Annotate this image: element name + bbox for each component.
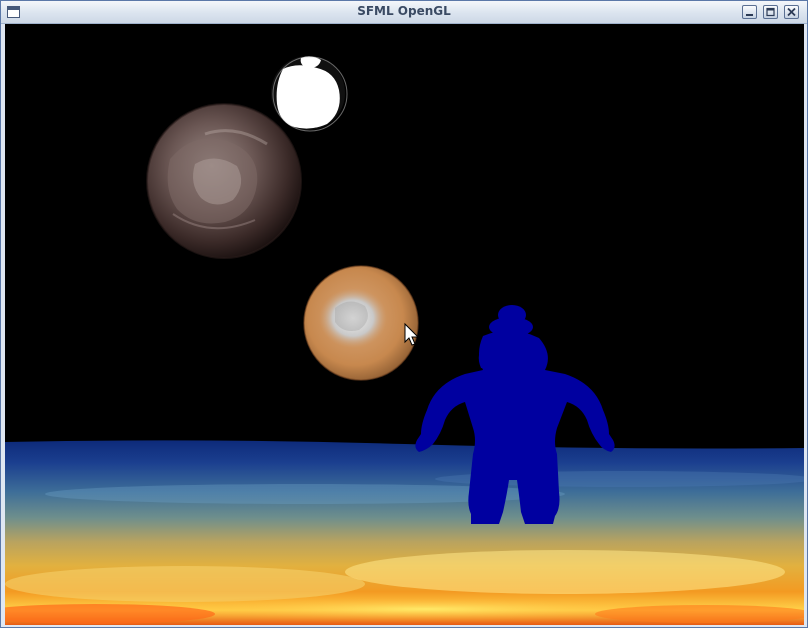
mars-planet	[303, 265, 419, 381]
maximize-icon	[766, 7, 775, 17]
scene-canvas[interactable]	[5, 24, 804, 625]
title-bar[interactable]: SFML OpenGL	[1, 1, 807, 24]
opengl-viewport[interactable]	[5, 24, 804, 625]
maximize-button[interactable]	[763, 5, 778, 19]
window-title: SFML OpenGL	[357, 4, 451, 18]
app-window: SFML OpenGL	[0, 0, 808, 628]
brown-planet	[146, 103, 302, 259]
minimize-button[interactable]	[742, 5, 757, 19]
close-icon	[787, 7, 796, 17]
minimize-icon	[746, 14, 753, 16]
close-button[interactable]	[784, 5, 799, 19]
lava-ground	[5, 440, 804, 625]
